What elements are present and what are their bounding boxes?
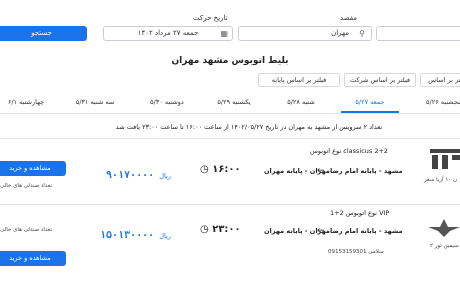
currency: ریال [159, 232, 171, 240]
company-note: ن ۱۰ آریا سفر [424, 177, 458, 183]
bus-type: نوع اتوبوس classicus 2+2 [310, 147, 389, 155]
route-origin: مشهد - پایانه امام رضا [330, 227, 403, 235]
tab-day-3[interactable]: شنبه ۵/۲۸ [272, 93, 330, 111]
departure-time: ◷ ۱۶:۰۰ [200, 164, 241, 175]
date-field[interactable]: جمعه ۲۷ مرداد ۱۴۰۲ ▦ [103, 26, 233, 41]
company-logo [428, 147, 460, 171]
empty-seats: تعداد صندلی های خالی [0, 227, 52, 233]
destination-field[interactable]: مهران ⚲ [238, 26, 372, 41]
route-destination: مهران - پایانه مهران [264, 167, 330, 175]
clock-icon: ◷ [200, 164, 209, 175]
result-summary: تعداد ۲ سرویس از مشهد به مهران در تاریخ … [115, 123, 383, 131]
page-title: بلیط اتوبوس مشهد مهران [171, 56, 289, 66]
departure-time: ◷ ۲۳:۰۰ [200, 224, 241, 235]
currency: ریال [159, 172, 171, 180]
location-pin-icon: ⚲ [359, 29, 365, 38]
tab-day-6[interactable]: سه شنبه ۵/۳۱ [66, 93, 124, 111]
route-origin: مشهد - پایانه امام رضا [330, 167, 403, 175]
clock-icon: ◷ [200, 224, 209, 235]
origin-field[interactable] [376, 26, 460, 41]
tab-day-2[interactable]: جمعه ۵/۲۷ [341, 93, 399, 113]
search-button[interactable]: جستجو [0, 26, 87, 41]
result-card: ن ۱۰ آریا سفر نوع اتوبوس classicus 2+2 م… [0, 138, 460, 201]
price-value: ۹۰۱۷۰۰۰۰ [106, 170, 155, 181]
tab-day-1[interactable]: پنجشنبه ۵/۲۶ [418, 93, 460, 111]
destination-value: مهران [331, 29, 349, 37]
view-buy-button[interactable]: مشاهده و خرید [0, 161, 66, 176]
tab-day-7[interactable]: چهارشنبه ۶/۱ [0, 93, 56, 111]
filter-terminal[interactable]: فیلتر بر اساس پایانه [258, 73, 340, 87]
price: ریال ۹۰۱۷۰۰۰۰ [106, 163, 171, 182]
company-logo [428, 217, 460, 239]
bus-type: نوع اتوبوس 2+1 VIP [330, 209, 390, 217]
filter-company[interactable]: فیلتر بر اساس شرکت [344, 73, 416, 87]
time-value: ۱۶:۰۰ [212, 164, 241, 175]
search-bar: مقصد مهران ⚲ ⇄ تاریخ حرکت جمعه ۲۷ مرداد … [0, 0, 460, 50]
empty-seats: تعداد صندلی های خالی [0, 183, 52, 189]
date-tabs: پنجشنبه ۵/۲۶ جمعه ۵/۲۷ شنبه ۵/۲۸ یکشنبه … [0, 93, 460, 114]
time-value: ۲۳:۰۰ [212, 224, 241, 235]
phone-number: 09153159301 سلامی [328, 249, 384, 255]
date-label: تاریخ حرکت [193, 14, 228, 22]
tab-day-5[interactable]: دوشنبه ۵/۳۰ [138, 93, 196, 111]
filter-other[interactable]: فیلتر بر اساس [420, 73, 460, 87]
tab-day-4[interactable]: یکشنبه ۵/۲۹ [205, 93, 263, 111]
calendar-icon: ▦ [220, 29, 228, 38]
price-value: ۱۵۰۱۳۰۰۰۰ [100, 230, 155, 241]
result-card: ۲ سیمین تور نوع اتوبوس 2+1 VIP مشهد - پا… [0, 204, 460, 271]
date-value: جمعه ۲۷ مرداد ۱۴۰۲ [137, 29, 199, 37]
price: ریال ۱۵۰۱۳۰۰۰۰ [100, 223, 171, 242]
results-panel: بلیط اتوبوس مشهد مهران فیلتر بر اساس پای… [0, 50, 460, 292]
view-buy-button[interactable]: مشاهده و خرید [0, 251, 66, 266]
destination-label: مقصد [340, 14, 358, 22]
route-destination: مهران - پایانه مهران [264, 227, 330, 235]
company-note: ۲ سیمین تور [430, 243, 459, 249]
